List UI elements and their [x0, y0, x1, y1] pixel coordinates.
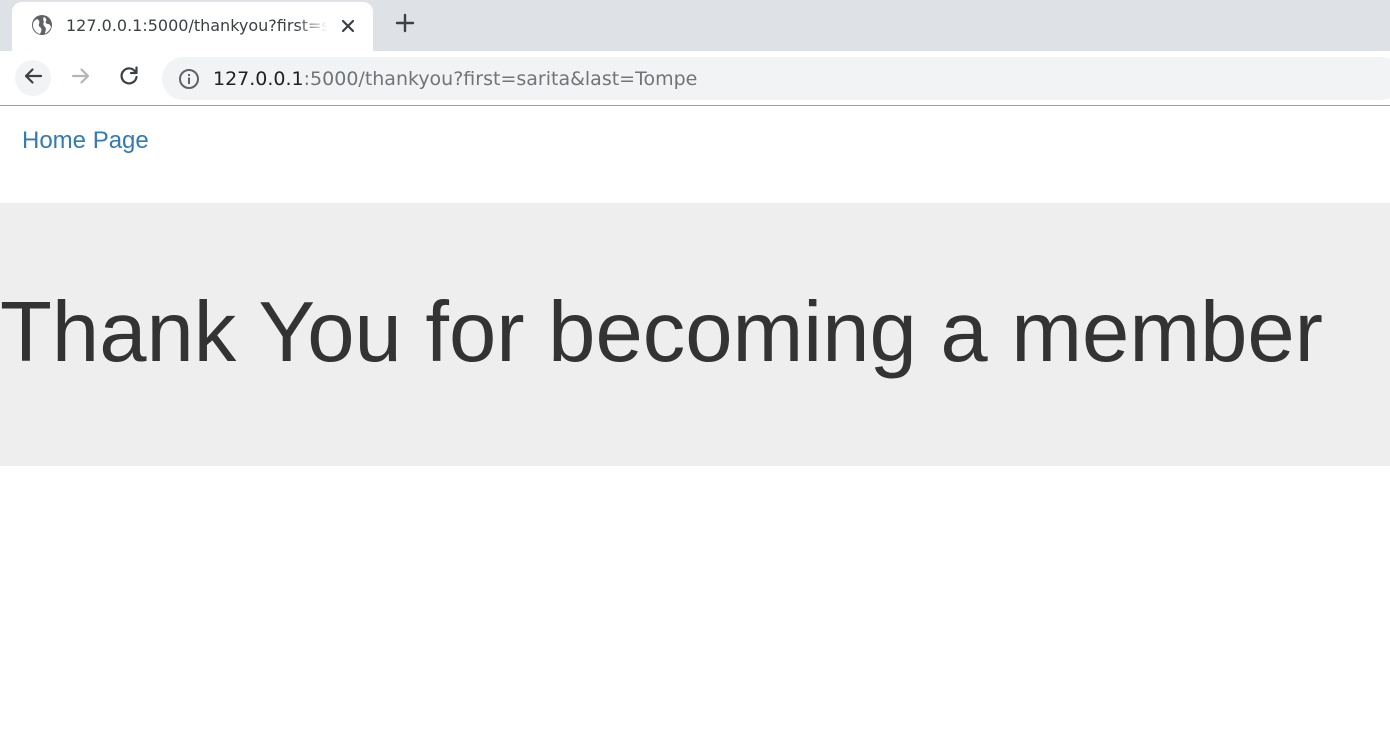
page-viewport: Home Page Thank You for becoming a membe… — [0, 106, 1390, 736]
jumbotron: Thank You for becoming a member — [0, 203, 1390, 466]
tab-title: 127.0.0.1:5000/thankyou?first=sarita&las… — [66, 16, 328, 35]
new-tab-button[interactable] — [391, 11, 419, 39]
info-icon[interactable] — [177, 67, 201, 91]
plus-icon — [395, 13, 415, 38]
url-path: :5000/thankyou?first=sarita&last=Tompe — [303, 68, 698, 90]
arrow-left-icon — [22, 65, 44, 92]
browser-tab-active[interactable]: 127.0.0.1:5000/thankyou?first=sarita&las… — [12, 2, 373, 51]
page-title: Thank You for becoming a member — [0, 285, 1323, 380]
url-text[interactable]: 127.0.0.1:5000/thankyou?first=sarita&las… — [213, 66, 697, 92]
browser-toolbar: 127.0.0.1:5000/thankyou?first=sarita&las… — [0, 51, 1390, 105]
reload-button[interactable] — [111, 60, 147, 96]
arrow-right-icon — [70, 65, 92, 92]
tab-strip: 127.0.0.1:5000/thankyou?first=sarita&las… — [0, 0, 1390, 51]
url-host: 127.0.0.1 — [213, 68, 304, 90]
back-button[interactable] — [15, 60, 51, 96]
forward-button[interactable] — [63, 60, 99, 96]
address-bar[interactable]: 127.0.0.1:5000/thankyou?first=sarita&las… — [162, 57, 1390, 100]
close-icon[interactable] — [336, 14, 360, 38]
reload-icon — [118, 65, 140, 92]
home-page-link[interactable]: Home Page — [22, 126, 149, 156]
globe-icon — [31, 14, 53, 36]
